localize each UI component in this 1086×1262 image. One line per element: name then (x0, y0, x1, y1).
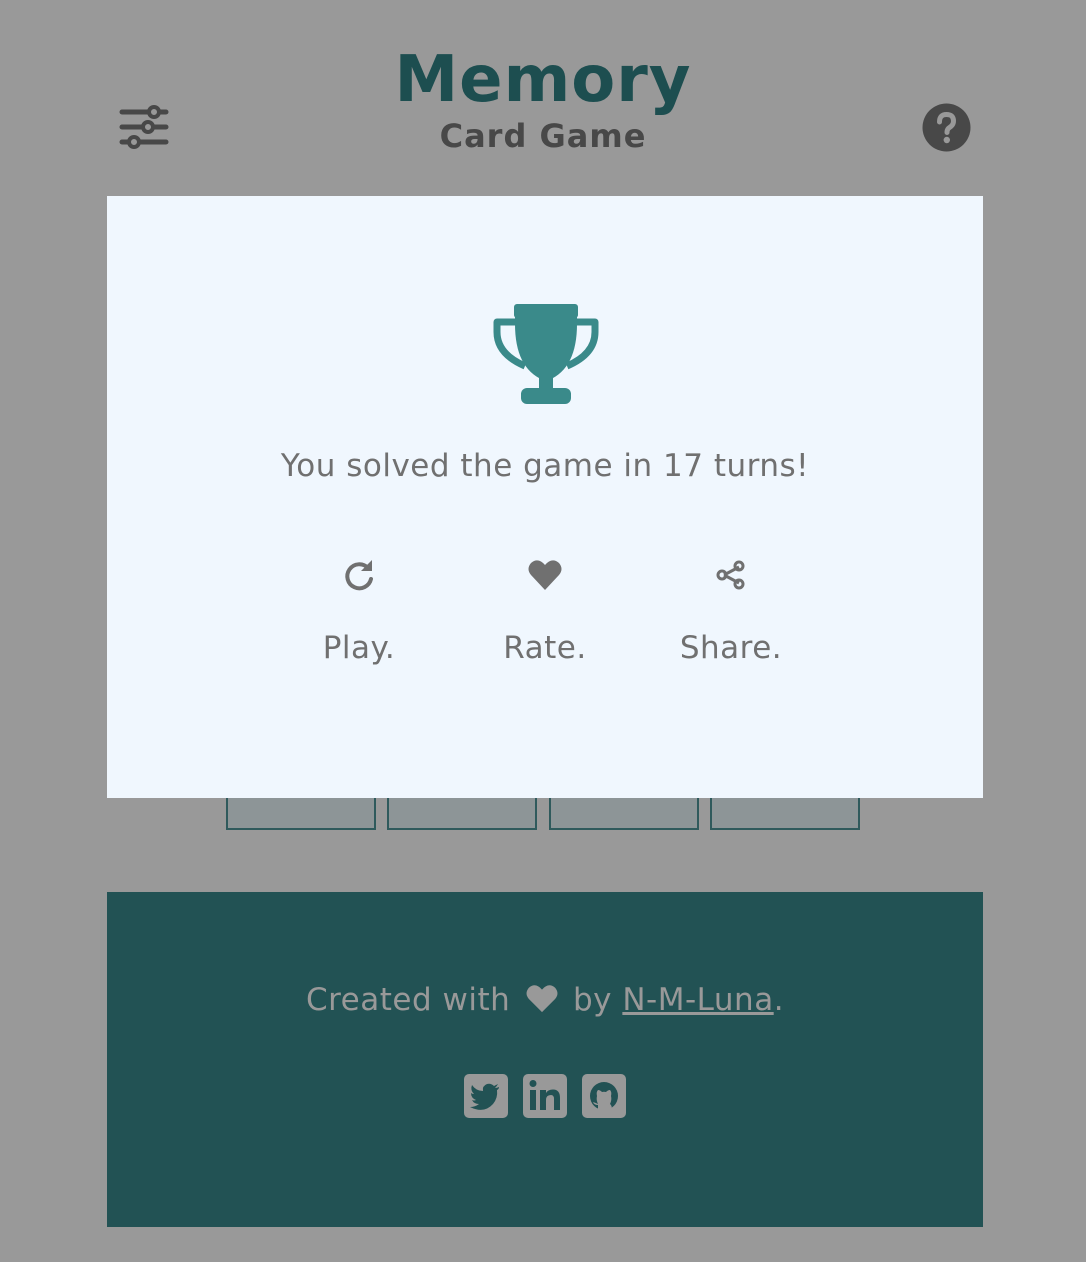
share-icon (716, 560, 745, 590)
twitter-icon (464, 1074, 508, 1118)
github-icon (582, 1074, 626, 1118)
share-button[interactable]: Share. (651, 556, 811, 676)
github-link[interactable] (582, 1074, 626, 1118)
result-message: You solved the game in 17 turns! (280, 448, 810, 484)
credit-by: by (572, 982, 612, 1018)
redo-icon (345, 560, 373, 591)
credit-suffix: . (773, 982, 785, 1018)
author-link[interactable]: N-M-Luna (622, 982, 773, 1018)
trophy-icon (491, 302, 601, 406)
credit-prefix: Created with (305, 982, 511, 1018)
share-label: Share. (679, 630, 783, 666)
linkedin-icon (523, 1074, 567, 1118)
play-label: Play. (322, 630, 396, 666)
play-again-button[interactable]: Play. (279, 556, 439, 676)
linkedin-link[interactable] (523, 1074, 567, 1118)
site-footer: Created with by N-M-Luna. (107, 892, 983, 1227)
twitter-link[interactable] (464, 1074, 508, 1118)
rate-label: Rate. (503, 630, 587, 666)
heart-icon (528, 560, 562, 590)
footer-credit: Created with by N-M-Luna. (107, 978, 983, 1022)
question-circle-icon (922, 103, 971, 152)
heart-icon (526, 985, 558, 1013)
rate-button[interactable]: Rate. (465, 556, 625, 676)
help-button[interactable] (922, 103, 971, 152)
game-over-modal: You solved the game in 17 turns! Play. R… (107, 196, 983, 798)
app-header: Memory Card Game (0, 0, 1086, 190)
